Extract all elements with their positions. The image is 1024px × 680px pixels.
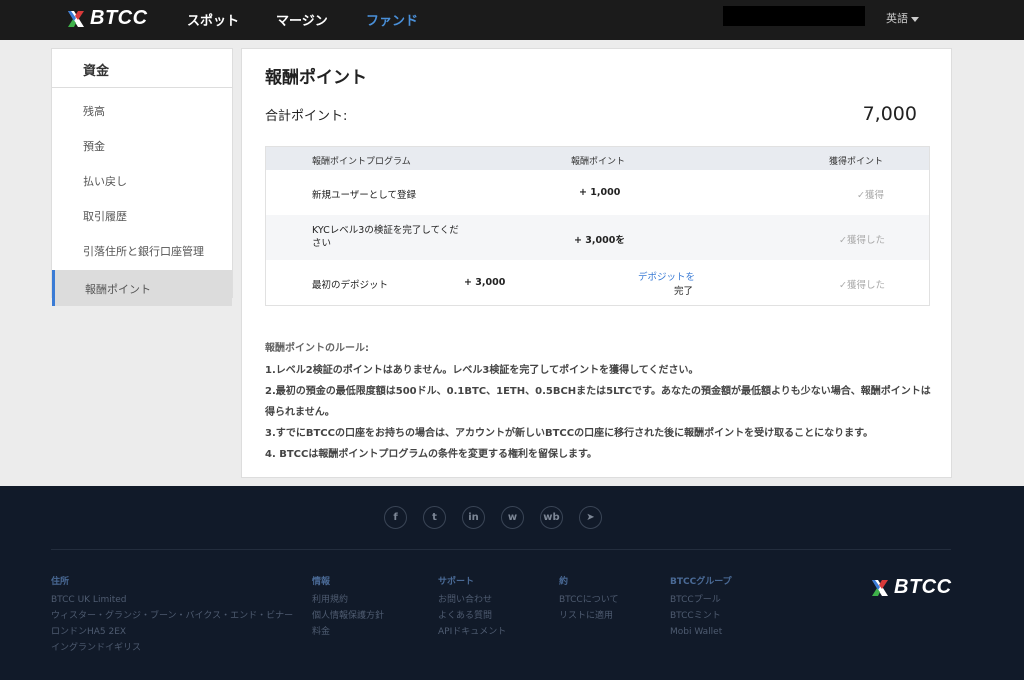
footer-link[interactable]: BTCCミント	[670, 608, 732, 624]
total-points-value: 7,000	[862, 103, 917, 125]
wechat-icon[interactable]: w	[501, 506, 524, 529]
main-panel: 報酬ポイント 合計ポイント: 7,000 報酬ポイントプログラム 報酬ポイント …	[241, 48, 952, 478]
rule-item: 2.最初の預金の最低限度額は500ドル、0.1BTC、1ETH、0.5BCHまた…	[265, 386, 931, 418]
page-title: 報酬ポイント	[265, 68, 367, 88]
sidebar-item-withdraw[interactable]: 払い戻し	[52, 162, 232, 197]
telegram-icon[interactable]: ➤	[579, 506, 602, 529]
row-points: + 3,000を	[574, 235, 625, 246]
footer-divider	[51, 549, 951, 550]
footer-col-title: サポート	[438, 577, 475, 587]
sidebar-item-balance[interactable]: 残高	[52, 92, 232, 127]
facebook-icon[interactable]: f	[384, 506, 407, 529]
nav-spot[interactable]: スポット	[187, 10, 239, 29]
row-status: ✓獲得	[857, 190, 884, 201]
th-points: 報酬ポイント	[571, 157, 626, 167]
top-nav: BTCC スポット マージン ファンド 英語	[0, 0, 1024, 40]
sidebar-header: 資金	[52, 49, 232, 88]
footer-item: BTCC UK Limited	[51, 595, 127, 605]
footer-col-about: 約 BTCCについて リストに適用	[559, 574, 618, 624]
row-program: 新規ユーザーとして登録	[312, 190, 417, 201]
row-status: ✓獲得した	[839, 235, 885, 246]
footer-col-title: 住所	[51, 577, 70, 587]
row-program: 最初のデポジット	[312, 280, 389, 291]
total-points-label: 合計ポイント:	[265, 109, 348, 124]
caret-down-icon	[911, 16, 919, 22]
logo-text: BTCC	[90, 7, 148, 29]
btcc-logo[interactable]: BTCC	[66, 7, 148, 30]
table-row: 新規ユーザーとして登録 + 1,000 ✓獲得	[266, 170, 929, 215]
footer-link[interactable]: 料金	[312, 624, 384, 640]
table-header: 報酬ポイントプログラム 報酬ポイント 獲得ポイント	[266, 147, 929, 170]
row-program: KYCレベル3の検証を完了してください	[312, 225, 459, 249]
rules-section: 報酬ポイントのルール: 1.レベル2検証のポイントはありません。レベル3検証を完…	[265, 339, 935, 465]
th-earned: 獲得ポイント	[829, 157, 884, 167]
row-action-suffix: 完了	[674, 286, 694, 297]
sidebar-item-reward-points[interactable]: 報酬ポイント	[52, 270, 232, 306]
footer-col-info: 情報 利用規約 個人情報保護方針 料金	[312, 574, 384, 640]
footer: f t in w wb ➤ 住所 BTCC UK Limited ウィスター・グ…	[0, 486, 1024, 680]
linkedin-icon[interactable]: in	[462, 506, 485, 529]
rule-item: 1.レベル2検証のポイントはありません。レベル3検証を完了してポイントを獲得して…	[265, 365, 699, 376]
footer-link[interactable]: よくある質問	[438, 608, 506, 624]
footer-btcc-logo[interactable]: BTCC	[870, 576, 952, 599]
rule-item: 4. BTCCは報酬ポイントプログラムの条件を変更する権利を留保します。	[265, 449, 598, 460]
footer-link[interactable]: リストに適用	[559, 608, 618, 624]
nav-margin[interactable]: マージン	[276, 10, 328, 29]
th-program: 報酬ポイントプログラム	[312, 157, 411, 167]
sidebar-item-deposit[interactable]: 預金	[52, 127, 232, 162]
footer-col-title: BTCCグループ	[670, 577, 732, 587]
footer-item: ロンドンHA5 2EX	[51, 627, 127, 637]
footer-col-address: 住所 BTCC UK Limited ウィスター・グランジ・ブーン・バイクス・エ…	[51, 574, 293, 656]
rules-title: 報酬ポイントのルール:	[265, 343, 369, 354]
sidebar-item-history[interactable]: 取引履歴	[52, 197, 232, 232]
footer-link[interactable]: APIドキュメント	[438, 624, 506, 640]
footer-link[interactable]: BTCCプール	[670, 592, 732, 608]
footer-col-title: 約	[559, 577, 569, 587]
sidebar-item-label: 報酬ポイント	[85, 283, 151, 296]
reward-table: 報酬ポイントプログラム 報酬ポイント 獲得ポイント 新規ユーザーとして登録 + …	[265, 146, 930, 306]
footer-link[interactable]: Mobi Wallet	[670, 624, 732, 640]
nav-fund[interactable]: ファンド	[366, 10, 418, 29]
sidebar: 資金 残高 預金 払い戻し 取引履歴 引落住所と銀行口座管理 報酬ポイント	[51, 48, 233, 306]
rule-item: 3.すでにBTCCの口座をお持ちの場合は、アカウントが新しいBTCCの口座に移行…	[265, 428, 874, 439]
footer-link[interactable]: 利用規約	[312, 592, 384, 608]
language-label: 英語	[886, 12, 908, 25]
footer-item: イングランドイギリス	[51, 643, 142, 653]
footer-link[interactable]: お問い合わせ	[438, 592, 506, 608]
account-redacted-box[interactable]	[723, 6, 865, 26]
footer-col-group: BTCCグループ BTCCプール BTCCミント Mobi Wallet	[670, 574, 732, 640]
sidebar-item-label: 払い戻し	[83, 175, 127, 188]
sidebar-item-address-bank[interactable]: 引落住所と銀行口座管理	[52, 232, 232, 267]
weibo-icon[interactable]: wb	[540, 506, 563, 529]
row-points: + 1,000	[579, 187, 621, 198]
sidebar-item-label: 引落住所と銀行口座管理	[83, 245, 204, 258]
social-links: f t in w wb ➤	[384, 506, 602, 529]
logo-text: BTCC	[894, 576, 952, 598]
sidebar-item-label: 預金	[83, 140, 105, 153]
row-points: + 3,000	[464, 277, 506, 288]
sidebar-item-label: 残高	[83, 105, 105, 118]
footer-item: ウィスター・グランジ・ブーン・バイクス・エンド・ビナー	[51, 611, 294, 621]
footer-col-support: サポート お問い合わせ よくある質問 APIドキュメント	[438, 574, 506, 640]
deposit-link[interactable]: デポジットを	[638, 269, 695, 283]
btcc-logo-icon	[68, 10, 84, 27]
language-selector[interactable]: 英語	[886, 10, 919, 26]
sidebar-item-label: 取引履歴	[83, 210, 127, 223]
row-status: ✓獲得した	[839, 280, 885, 291]
table-row: 最初のデポジット + 3,000 デポジットを 完了 ✓獲得した	[266, 260, 929, 305]
btcc-logo-icon	[872, 579, 888, 596]
footer-col-title: 情報	[312, 577, 331, 587]
twitter-icon[interactable]: t	[423, 506, 446, 529]
footer-link[interactable]: BTCCについて	[559, 592, 618, 608]
table-row: KYCレベル3の検証を完了してください + 3,000を ✓獲得した	[266, 215, 929, 260]
footer-link[interactable]: 個人情報保護方針	[312, 608, 384, 624]
